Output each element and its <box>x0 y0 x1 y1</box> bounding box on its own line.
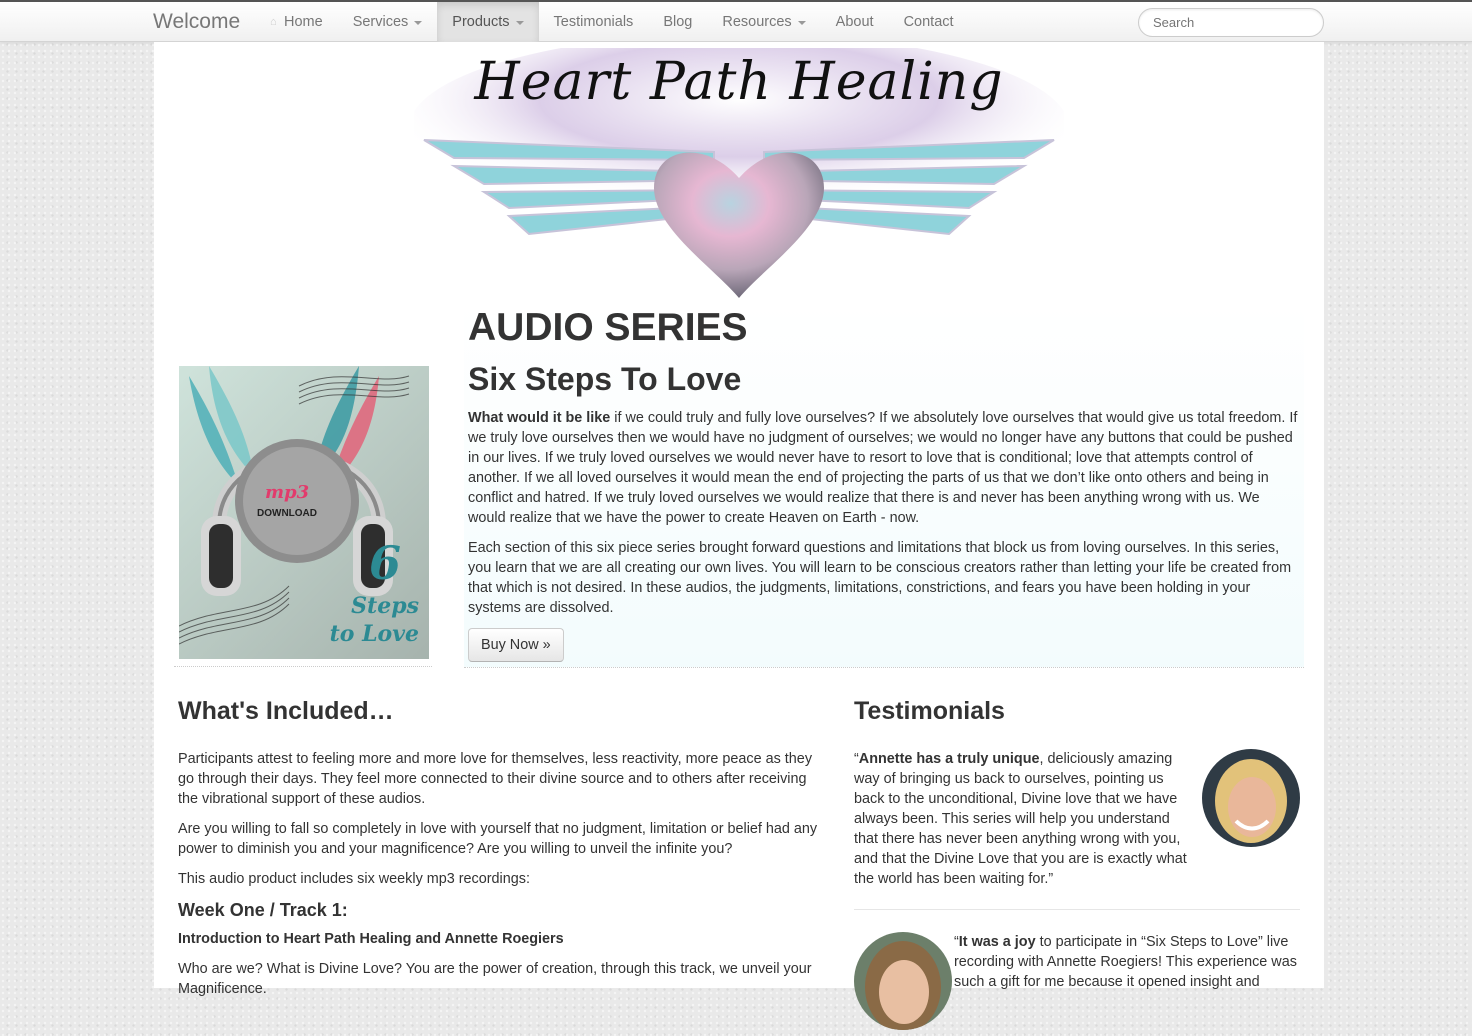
chevron-down-icon <box>797 21 806 25</box>
series-panel: AUDIO SERIES Six Steps To Love What woul… <box>464 304 1304 668</box>
nav-item-label: About <box>835 14 874 30</box>
avatar <box>1202 749 1300 847</box>
nav-item-testimonials[interactable]: Testimonials <box>539 2 649 42</box>
nav-item-resources[interactable]: Resources <box>707 2 820 42</box>
home-icon: ⌂ <box>270 15 277 28</box>
cover-number: 6 <box>368 536 401 590</box>
whats-included-section: What's Included… Participants attest to … <box>178 690 818 1009</box>
included-paragraph-2: Are you willing to fall so completely in… <box>178 821 818 857</box>
nav-item-services[interactable]: Services <box>338 2 438 42</box>
series-subtitle: Six Steps To Love <box>468 361 742 397</box>
main-content: Heart Path Healing mp3 DOWNLOAD 6 Steps … <box>154 33 1324 1030</box>
testimonial-1-text: , deliciously amazing way of bringing us… <box>854 751 1187 887</box>
included-paragraph-1: Participants attest to feeling more and … <box>178 751 813 807</box>
nav-item-label: Resources <box>722 14 792 30</box>
nav-item-label: Contact <box>903 14 954 30</box>
included-heading: What's Included… <box>178 697 394 725</box>
series-lead: What would it be like <box>468 410 611 426</box>
nav-item-blog[interactable]: Blog <box>648 2 707 42</box>
testimonial-2: “It was a joy to participate in “Six Ste… <box>854 932 1300 1030</box>
nav-item-contact[interactable]: Contact <box>889 2 969 42</box>
main-nav: ⌂ Home Services Products Testimonials Bl… <box>255 2 969 42</box>
testimonial-1: “Annette has a truly unique, deliciously… <box>854 749 1300 910</box>
series-paragraph-1: What would it be like if we could truly … <box>468 408 1298 528</box>
week-subtitle: Introduction to Heart Path Healing and A… <box>178 931 564 947</box>
cover-mp3-text: mp3 <box>265 482 310 503</box>
testimonial-1-lead: Annette has a truly unique <box>858 751 1040 767</box>
nav-item-products[interactable]: Products <box>437 2 539 42</box>
cover-steps-line1: Steps <box>351 593 419 619</box>
avatar <box>854 932 952 1030</box>
nav-item-label: Home <box>284 14 323 30</box>
series-description: What would it be like if we could truly … <box>468 408 1298 662</box>
search-input[interactable] <box>1138 8 1324 37</box>
series-paragraph-2: Each section of this six piece series br… <box>468 540 1292 616</box>
cover-steps-text: Steps to Love <box>330 592 419 648</box>
chevron-down-icon <box>414 21 423 25</box>
nav-item-label: Services <box>352 14 409 30</box>
nav-item-home[interactable]: ⌂ Home <box>255 2 338 42</box>
chevron-down-icon <box>515 21 524 25</box>
nav-item-label: Blog <box>663 14 693 30</box>
site-logo[interactable]: Heart Path Healing <box>409 33 1069 300</box>
week-text: Who are we? What is Divine Love? You are… <box>178 961 812 997</box>
included-paragraph-3: This audio product includes six weekly m… <box>178 871 530 887</box>
nav-item-about[interactable]: About <box>821 2 889 42</box>
cover-download-text: DOWNLOAD <box>257 508 317 519</box>
testimonials-heading: Testimonials <box>854 697 1005 725</box>
week-title: Week One / Track 1: <box>178 900 348 920</box>
product-cover-wrapper: mp3 DOWNLOAD 6 Steps to Love <box>174 364 432 667</box>
product-cover-image: mp3 DOWNLOAD 6 Steps to Love <box>179 366 429 659</box>
top-navbar: Welcome ⌂ Home Services Products Testimo… <box>0 0 1472 42</box>
testimonials-section: Testimonials “Annette has a truly unique… <box>854 690 1300 1036</box>
brand-link[interactable]: Welcome <box>153 10 240 34</box>
series-p1-text: if we could truly and fully love ourselv… <box>468 410 1298 526</box>
series-title: AUDIO SERIES <box>468 306 748 349</box>
nav-item-label: Testimonials <box>553 14 634 30</box>
cover-steps-line2: to Love <box>329 621 419 647</box>
buy-now-button[interactable]: Buy Now » <box>468 628 564 662</box>
testimonial-2-lead: It was a joy <box>958 934 1036 950</box>
nav-item-label: Products <box>452 14 510 30</box>
logo-text: Heart Path Healing <box>474 52 1004 112</box>
